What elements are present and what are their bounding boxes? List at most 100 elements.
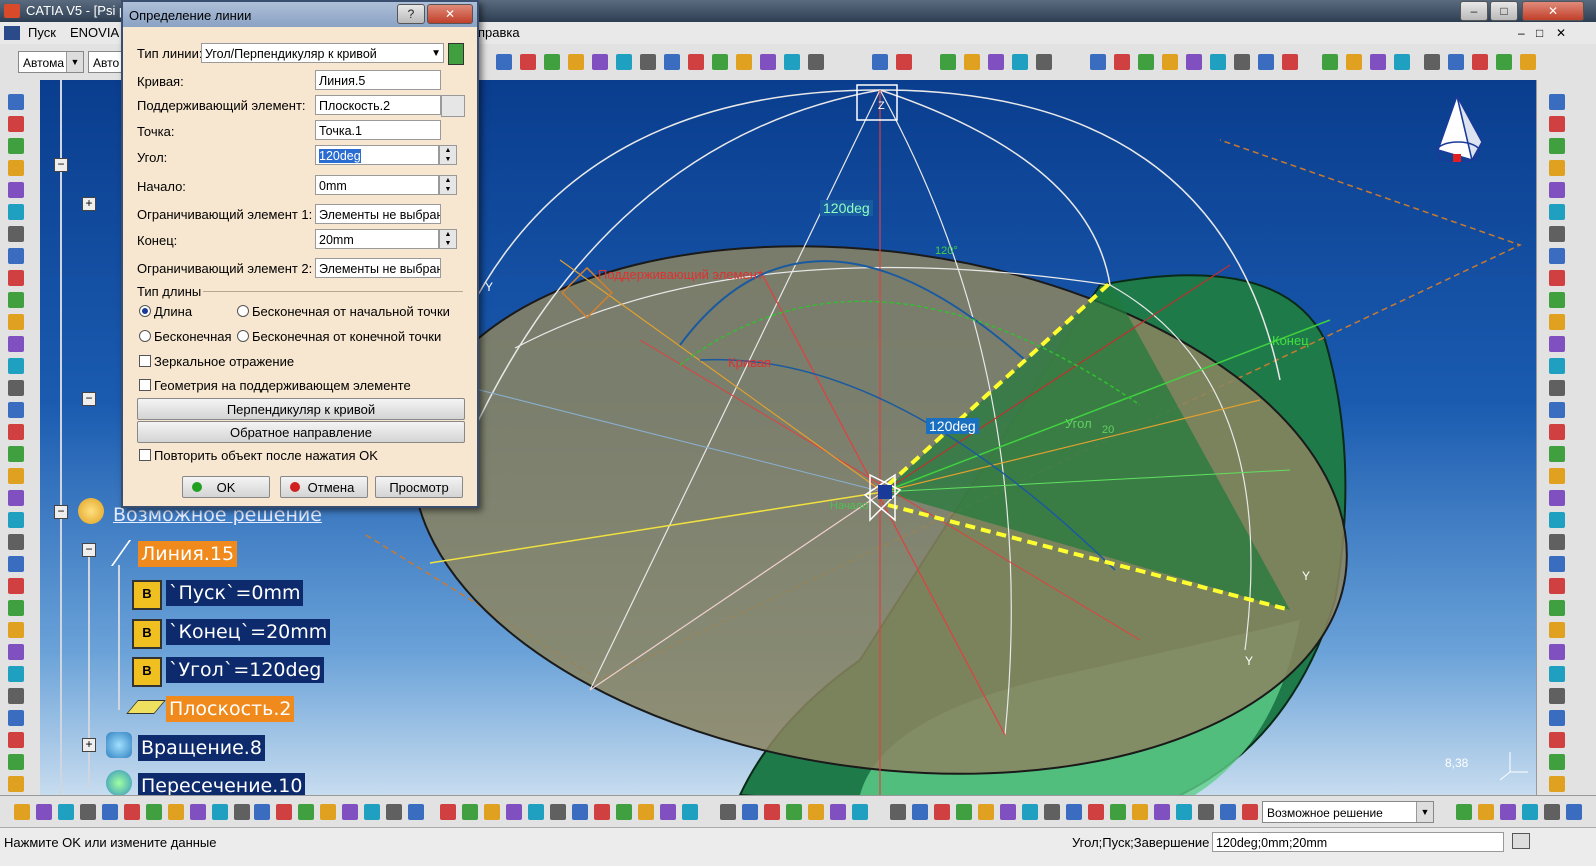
limit2-field[interactable]: Элементы не выбраны (315, 258, 441, 278)
toolbar-tool-icon[interactable] (682, 804, 698, 820)
line-type-select[interactable]: Угол/Перпендикуляр к кривой ▼ (201, 43, 444, 63)
minimize-button[interactable]: – (1460, 1, 1488, 21)
maximize-button[interactable]: □ (1490, 1, 1518, 21)
curve-field[interactable]: Линия.5 (315, 70, 441, 90)
toolbar-tool-icon[interactable] (506, 804, 522, 820)
lock-icon[interactable] (448, 43, 464, 65)
toolbar-tool-icon[interactable] (660, 804, 676, 820)
angle-spinner[interactable]: ▲ ▼ (439, 145, 457, 165)
toolbar-tool-icon[interactable] (1549, 94, 1565, 110)
toolbar-tool-icon[interactable] (1549, 116, 1565, 132)
toolbar-tool-icon[interactable] (234, 804, 250, 820)
radio-length[interactable] (139, 305, 151, 317)
tree-item-line15[interactable]: Линия.15 (138, 541, 238, 567)
toolbar-tool-icon[interactable] (1544, 804, 1560, 820)
toolbar-tool-icon[interactable] (124, 804, 140, 820)
toolbar-tool-icon[interactable] (1346, 54, 1362, 70)
toolbar-tool-icon[interactable] (8, 424, 24, 440)
toolbar-tool-icon[interactable] (1549, 666, 1565, 682)
toolbar-tool-icon[interactable] (1566, 804, 1582, 820)
toolbar-tool-icon[interactable] (1198, 804, 1214, 820)
toolbar-tool-icon[interactable] (1549, 600, 1565, 616)
toolbar-tool-icon[interactable] (1022, 804, 1038, 820)
toolbar-tool-icon[interactable] (1036, 54, 1052, 70)
app-menu-icon[interactable] (4, 26, 20, 40)
toolbar-tool-icon[interactable] (1162, 54, 1178, 70)
support-field[interactable]: Плоскость.2 (315, 95, 441, 115)
toolbar-tool-icon[interactable] (934, 804, 950, 820)
toolbar-tool-icon[interactable] (8, 578, 24, 594)
menu-help[interactable]: правка (478, 25, 520, 40)
toolbar-tool-icon[interactable] (8, 314, 24, 330)
ok-button[interactable]: OK (182, 476, 270, 498)
toolbar-tool-icon[interactable] (764, 804, 780, 820)
toolbar-tool-icon[interactable] (1549, 380, 1565, 396)
toolbar-tool-icon[interactable] (1549, 138, 1565, 154)
toolbar-tool-icon[interactable] (1322, 54, 1338, 70)
tree-item-intersection10[interactable]: Пересечение.10 (138, 773, 306, 795)
help-button[interactable]: ? (397, 4, 425, 24)
dialog-close-button[interactable]: ✕ (427, 4, 473, 24)
toolbar-tool-icon[interactable] (8, 226, 24, 242)
toolbar-tool-icon[interactable] (1549, 512, 1565, 528)
toolbar-tool-icon[interactable] (1549, 578, 1565, 594)
toolbar-tool-icon[interactable] (1549, 402, 1565, 418)
toolbar-tool-icon[interactable] (8, 688, 24, 704)
toolbar-tool-icon[interactable] (592, 54, 608, 70)
doc-close-icon[interactable]: ✕ (1556, 26, 1566, 40)
repeat-checkbox[interactable] (139, 449, 151, 461)
tree-item-rotation8[interactable]: Вращение.8 (138, 735, 265, 761)
toolbar-tool-icon[interactable] (386, 804, 402, 820)
start-field[interactable]: 0mm (315, 175, 439, 195)
toolbar-tool-icon[interactable] (736, 54, 752, 70)
toolbar-tool-icon[interactable] (1549, 622, 1565, 638)
toolbar-tool-icon[interactable] (1138, 54, 1154, 70)
angle-label-mid[interactable]: 120deg (926, 418, 979, 434)
toolbar-tool-icon[interactable] (212, 804, 228, 820)
doc-restore-icon[interactable]: □ (1536, 26, 1543, 40)
toolbar-tool-icon[interactable] (364, 804, 380, 820)
cancel-button[interactable]: Отмена (280, 476, 368, 498)
toolbar-tool-icon[interactable] (1549, 732, 1565, 748)
toolbar-tool-icon[interactable] (1448, 54, 1464, 70)
limit1-field[interactable]: Элементы не выбраны (315, 204, 441, 224)
radio-infinite[interactable] (139, 330, 151, 342)
toolbar-tool-icon[interactable] (298, 804, 314, 820)
toolbar-tool-icon[interactable] (1090, 54, 1106, 70)
toolbar-tool-icon[interactable] (988, 54, 1004, 70)
toolbar-tool-icon[interactable] (168, 804, 184, 820)
toolbar-tool-icon[interactable] (616, 54, 632, 70)
plane-select-icon[interactable] (441, 95, 465, 117)
toolbar-tool-icon[interactable] (1549, 534, 1565, 550)
toolbar-tool-icon[interactable] (1549, 204, 1565, 220)
tree-collapse-toggle[interactable]: − (54, 158, 68, 172)
toolbar-tool-icon[interactable] (1176, 804, 1192, 820)
reverse-direction-button[interactable]: Обратное направление (137, 421, 465, 443)
toolbar-tool-icon[interactable] (1132, 804, 1148, 820)
toolbar-tool-icon[interactable] (572, 804, 588, 820)
toolbar-tool-icon[interactable] (896, 54, 912, 70)
toolbar-tool-icon[interactable] (1000, 804, 1016, 820)
toolbar-tool-icon[interactable] (1549, 754, 1565, 770)
toolbar-tool-icon[interactable] (1012, 54, 1028, 70)
toolbar-tool-icon[interactable] (1154, 804, 1170, 820)
toolbar-tool-icon[interactable] (320, 804, 336, 820)
perpendicular-button[interactable]: Перпендикуляр к кривой (137, 398, 465, 420)
preview-button[interactable]: Просмотр (375, 476, 463, 498)
toolbar-tool-icon[interactable] (408, 804, 424, 820)
toolbar-tool-icon[interactable] (1110, 804, 1126, 820)
angle-field[interactable]: 120deg (315, 145, 439, 165)
toolbar-tool-icon[interactable] (1066, 804, 1082, 820)
status-close-icon[interactable] (1512, 833, 1530, 849)
radio-infinite-end[interactable] (237, 330, 249, 342)
doc-minimize-icon[interactable]: – (1518, 26, 1525, 40)
toolbar-tool-icon[interactable] (1549, 446, 1565, 462)
toolbar-tool-icon[interactable] (1478, 804, 1494, 820)
toolbar-tool-icon[interactable] (1549, 556, 1565, 572)
tree-item-plane2[interactable]: Плоскость.2 (166, 696, 295, 722)
tree-collapse-toggle[interactable]: − (82, 392, 96, 406)
tree-item-end-param[interactable]: `Конец`=20mm (166, 619, 331, 645)
toolbar-tool-icon[interactable] (146, 804, 162, 820)
toolbar-tool-icon[interactable] (8, 248, 24, 264)
start-spinner[interactable]: ▲ ▼ (439, 175, 457, 195)
